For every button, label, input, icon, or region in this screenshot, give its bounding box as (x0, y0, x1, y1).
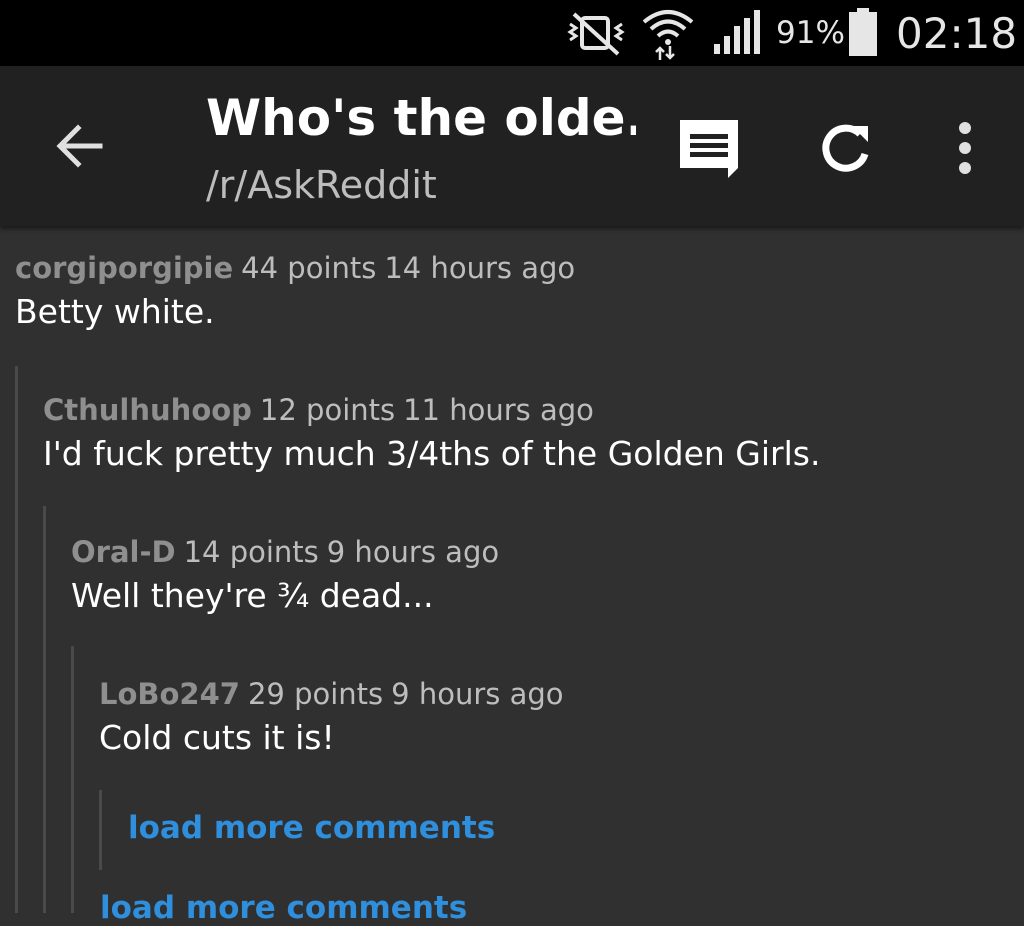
refresh-button[interactable] (808, 112, 882, 186)
app-bar: Who's the olde... /r/AskReddit (0, 66, 1024, 226)
comment-body: I'd fuck pretty much 3/4ths of the Golde… (43, 434, 821, 473)
clock: 02:18 (896, 9, 1018, 58)
battery-percentage: 91% (776, 15, 845, 51)
comment[interactable]: corgiporgipie 44 points 14 hours ago Betty… (15, 248, 575, 336)
comment-meta: LoBo247 29 points 9 hours ago (99, 674, 564, 714)
comment-body: Betty white. (15, 292, 215, 331)
status-bar: 91% 02:18 (0, 0, 1024, 66)
comment-time: 14 hours ago (384, 251, 576, 285)
comment-body: Well they're ¾ dead... (71, 576, 434, 615)
comment-author[interactable]: Oral-D (71, 535, 176, 569)
back-arrow-icon (56, 124, 103, 168)
comment-time: 9 hours ago (326, 535, 500, 569)
comment-icon (680, 120, 738, 178)
comment[interactable]: Oral-D 14 points 9 hours ago Well they're … (71, 532, 499, 620)
page-title: Who's the olde... (206, 89, 636, 147)
load-more-comments-link[interactable]: load more comments (100, 890, 467, 926)
comment-points: 14 points (183, 535, 319, 569)
comment-time: 11 hours ago (403, 393, 594, 427)
thread-indent-line (43, 506, 46, 913)
thread-indent-line (71, 646, 74, 913)
comment-points: 12 points (259, 393, 396, 427)
more-vert-icon (959, 122, 971, 174)
comment-points: 29 points (247, 677, 384, 711)
comment-button[interactable] (670, 110, 750, 190)
comment-list: corgiporgipie 44 points 14 hours ago Betty… (0, 226, 1024, 926)
comment-meta: corgiporgipie 44 points 14 hours ago (15, 248, 575, 288)
comment-meta: Oral-D 14 points 9 hours ago (71, 532, 499, 572)
overflow-menu-button[interactable] (940, 112, 990, 186)
refresh-icon (822, 124, 869, 172)
thread-indent-line (15, 366, 18, 913)
wifi-icon (640, 0, 696, 66)
subreddit-name[interactable]: /r/AskReddit (206, 160, 437, 210)
battery-icon (846, 0, 880, 66)
comment-author[interactable]: LoBo247 (99, 677, 240, 711)
comment-points: 44 points (241, 251, 377, 285)
comment-author[interactable]: corgiporgipie (15, 251, 233, 285)
comment-body: Cold cuts it is! (99, 718, 335, 757)
comment[interactable]: LoBo247 29 points 9 hours ago Cold cuts it… (99, 674, 564, 762)
thread-indent-line (99, 790, 102, 870)
load-more-comments-link[interactable]: load more comments (128, 810, 495, 846)
comment[interactable]: Cthulhuhoop 12 points 11 hours ago I'd fuc… (43, 390, 820, 478)
mute-vibrate-icon (560, 0, 632, 66)
back-button[interactable] (48, 118, 112, 174)
comment-author[interactable]: Cthulhuhoop (43, 393, 252, 427)
comment-time: 9 hours ago (391, 677, 564, 711)
comment-meta: Cthulhuhoop 12 points 11 hours ago (43, 390, 820, 430)
signal-icon (712, 0, 762, 66)
